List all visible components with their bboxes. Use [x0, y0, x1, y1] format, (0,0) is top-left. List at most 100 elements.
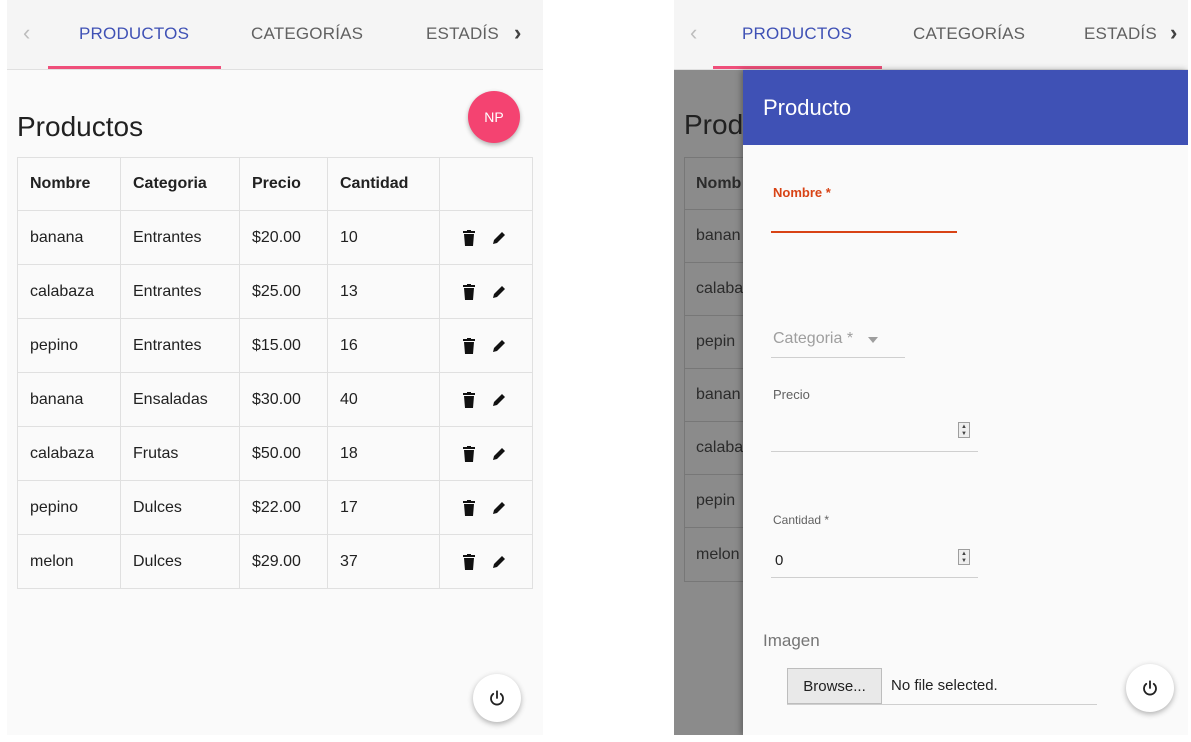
cell-precio: $22.00	[240, 481, 328, 534]
cell-categoria: Entrantes	[121, 265, 240, 318]
column-header-cantidad: Cantidad	[328, 158, 440, 210]
table-row: calabaza Frutas $50.00 18	[18, 427, 532, 481]
cell-nombre: pepino	[18, 481, 121, 534]
products-table: Nombre Categoria Precio Cantidad banana E…	[17, 157, 533, 589]
table-row: pepino Entrantes $15.00 16	[18, 319, 532, 373]
edit-icon[interactable]	[488, 389, 510, 411]
cell-cantidad: 40	[328, 373, 440, 426]
nombre-input[interactable]	[771, 210, 957, 230]
categoria-placeholder: Categoria *	[773, 330, 854, 347]
table-row: banana Entrantes $20.00 10	[18, 211, 532, 265]
column-header-categoria: Categoria	[121, 158, 240, 210]
cell-actions	[440, 481, 532, 534]
delete-icon[interactable]	[458, 497, 480, 519]
cell-precio: $30.00	[240, 373, 328, 426]
tab-bar: ‹ PRODUCTOS CATEGORÍAS ESTADÍS ›	[7, 0, 543, 70]
page-title: Productos	[17, 111, 144, 142]
active-tab-indicator	[713, 66, 882, 69]
cell-categoria: Entrantes	[121, 211, 240, 264]
table-row: melon Dulces $29.00 37	[18, 535, 532, 588]
file-input-underline	[787, 704, 1097, 705]
cell-categoria: Dulces	[121, 535, 240, 588]
cell-actions	[440, 319, 532, 372]
product-dialog: Producto Nombre * Categoria * Precio ▲ ▼ …	[743, 70, 1188, 735]
cell-precio: $20.00	[240, 211, 328, 264]
product-dialog-screen: ‹ PRODUCTOS CATEGORÍAS ESTADÍS › Prod No…	[674, 0, 1188, 735]
cell-cantidad: 10	[328, 211, 440, 264]
nombre-underline	[771, 231, 957, 233]
tab-estadisticas[interactable]: ESTADÍS	[1084, 24, 1157, 44]
cell-cantidad: 17	[328, 481, 440, 534]
tab-categorias[interactable]: CATEGORÍAS	[913, 24, 1025, 44]
cell-categoria: Ensaladas	[121, 373, 240, 426]
file-status: No file selected.	[891, 677, 998, 694]
cantidad-stepper[interactable]: ▲ ▼	[958, 549, 970, 565]
categoria-underline	[771, 357, 905, 358]
cell-precio: $29.00	[240, 535, 328, 588]
power-icon	[1143, 680, 1157, 696]
chevron-right-icon[interactable]: ›	[1170, 20, 1177, 46]
column-header-nombre: Nombre	[18, 158, 121, 210]
browse-button[interactable]: Browse...	[787, 668, 882, 704]
delete-icon[interactable]	[458, 551, 480, 573]
cell-nombre: pepino	[18, 319, 121, 372]
nombre-label: Nombre *	[773, 185, 831, 200]
column-header-actions	[440, 158, 532, 210]
cell-cantidad: 13	[328, 265, 440, 318]
power-button[interactable]	[1126, 664, 1174, 712]
power-button[interactable]	[473, 674, 521, 722]
cell-nombre: banana	[18, 211, 121, 264]
delete-icon[interactable]	[458, 281, 480, 303]
table-row: pepino Dulces $22.00 17	[18, 481, 532, 535]
edit-icon[interactable]	[488, 227, 510, 249]
cell-actions	[440, 373, 532, 426]
cantidad-input[interactable]: 0	[775, 552, 783, 569]
precio-label: Precio	[773, 387, 810, 402]
delete-icon[interactable]	[458, 389, 480, 411]
precio-input[interactable]	[773, 424, 943, 444]
edit-icon[interactable]	[488, 443, 510, 465]
tab-estadisticas[interactable]: ESTADÍS	[426, 24, 499, 44]
new-product-button[interactable]: NP	[468, 91, 520, 143]
edit-icon[interactable]	[488, 497, 510, 519]
background-page-title: Prod	[684, 109, 744, 140]
cell-actions	[440, 535, 532, 588]
cell-precio: $15.00	[240, 319, 328, 372]
dialog-title: Producto	[743, 70, 1188, 145]
table-row: banana Ensaladas $30.00 40	[18, 373, 532, 427]
cell-cantidad: 16	[328, 319, 440, 372]
delete-icon[interactable]	[458, 227, 480, 249]
cell-actions	[440, 427, 532, 480]
cell-precio: $50.00	[240, 427, 328, 480]
cell-categoria: Dulces	[121, 481, 240, 534]
imagen-label: Imagen	[763, 631, 820, 650]
edit-icon[interactable]	[488, 335, 510, 357]
table-header: Nombre Categoria Precio Cantidad	[18, 158, 532, 211]
delete-icon[interactable]	[458, 335, 480, 357]
cell-cantidad: 37	[328, 535, 440, 588]
categoria-select[interactable]: Categoria *	[773, 330, 878, 348]
delete-icon[interactable]	[458, 443, 480, 465]
chevron-left-icon[interactable]: ‹	[690, 20, 697, 46]
table-row: calabaza Entrantes $25.00 13	[18, 265, 532, 319]
tab-productos[interactable]: PRODUCTOS	[742, 24, 852, 44]
cell-nombre: calabaza	[18, 265, 121, 318]
cell-cantidad: 18	[328, 427, 440, 480]
chevron-left-icon[interactable]: ‹	[23, 20, 30, 46]
cell-precio: $25.00	[240, 265, 328, 318]
chevron-right-icon[interactable]: ›	[514, 20, 521, 46]
tab-productos[interactable]: PRODUCTOS	[79, 24, 189, 44]
cantidad-underline	[771, 577, 978, 578]
tab-categorias[interactable]: CATEGORÍAS	[251, 24, 363, 44]
chevron-down-icon	[867, 337, 878, 343]
cell-nombre: banana	[18, 373, 121, 426]
precio-stepper[interactable]: ▲ ▼	[958, 422, 970, 438]
edit-icon[interactable]	[488, 281, 510, 303]
cell-actions	[440, 211, 532, 264]
tab-bar: ‹ PRODUCTOS CATEGORÍAS ESTADÍS ›	[674, 0, 1188, 70]
cell-nombre: calabaza	[18, 427, 121, 480]
edit-icon[interactable]	[488, 551, 510, 573]
cell-categoria: Entrantes	[121, 319, 240, 372]
cell-actions	[440, 265, 532, 318]
precio-underline	[771, 451, 978, 452]
